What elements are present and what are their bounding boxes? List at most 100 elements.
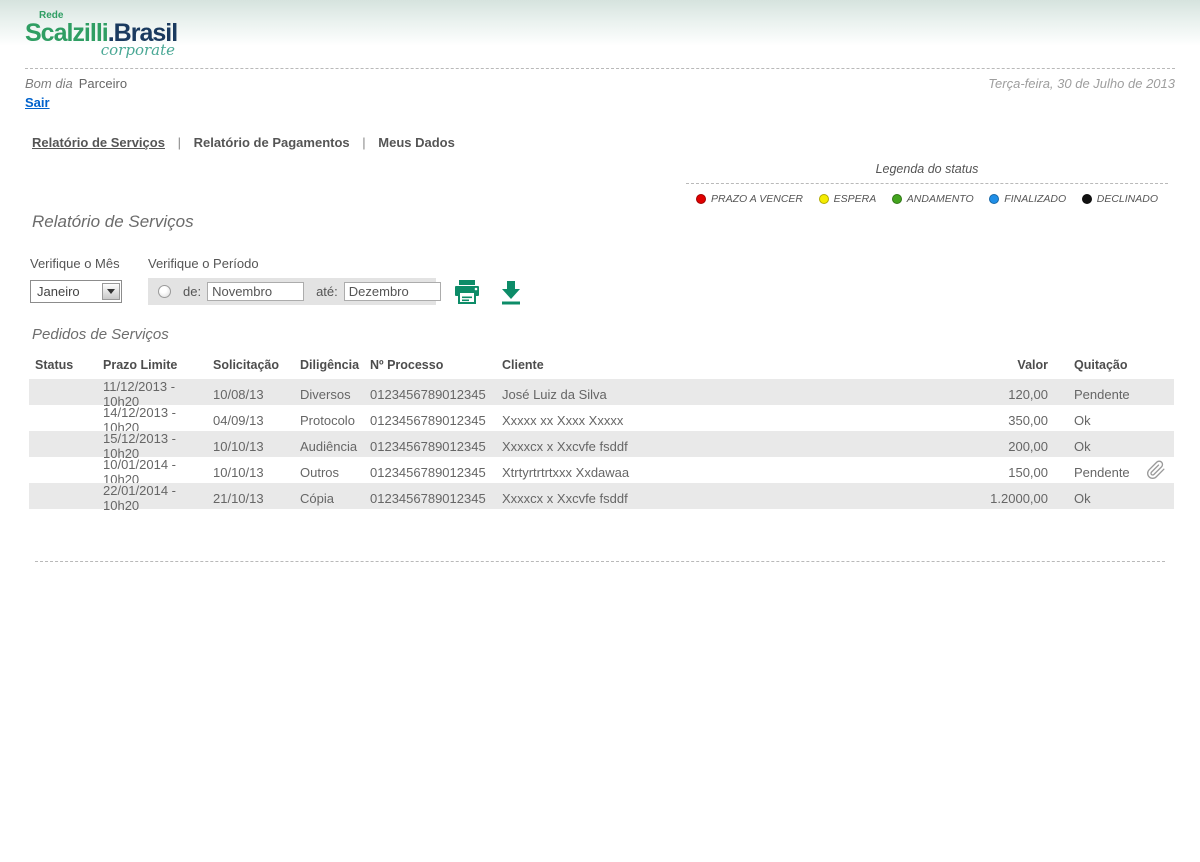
status-dot-black-icon (1082, 194, 1092, 204)
cell-diligencia: Cópia (300, 491, 370, 506)
print-button[interactable] (453, 280, 481, 304)
period-ate-label: até: (316, 284, 338, 299)
table-row[interactable]: 11/12/2013 - 10h20 10/08/13 Diversos 012… (29, 379, 1174, 405)
paperclip-icon[interactable] (1146, 459, 1166, 484)
cell-diligencia: Outros (300, 465, 370, 480)
legend-label: PRAZO A VENCER (711, 193, 803, 205)
cell-solicitacao: 21/10/13 (213, 491, 300, 506)
logout-link[interactable]: Sair (25, 95, 50, 110)
col-header-solicitacao: Solicitação (213, 358, 300, 372)
download-button[interactable] (498, 279, 524, 305)
legend-label: ESPERA (834, 193, 877, 205)
cell-valor: 200,00 (969, 439, 1074, 454)
col-header-processo: Nº Processo (370, 358, 502, 372)
col-header-diligencia: Diligência (300, 358, 370, 372)
table-row[interactable]: 22/01/2014 - 10h20 21/10/13 Cópia 012345… (29, 483, 1174, 509)
logo: Rede Scalzilli.Brasil corporate (0, 0, 190, 59)
cell-processo: 0123456789012345 (370, 439, 502, 454)
cell-cliente: José Luiz da Silva (502, 387, 969, 402)
greeting-user: Parceiro (79, 76, 127, 91)
logout-row: Sair (25, 94, 1175, 112)
table-row[interactable]: 10/01/2014 - 10h20 10/10/13 Outros 01234… (29, 457, 1174, 483)
legend-label: DECLINADO (1097, 193, 1158, 205)
col-header-prazo: Prazo Limite (103, 358, 213, 372)
period-filter-box: de: até: (148, 278, 436, 305)
chevron-down-icon[interactable] (102, 283, 120, 300)
cell-processo: 0123456789012345 (370, 387, 502, 402)
cell-cliente: Xxxxcx x Xxcvfe fsddf (502, 439, 969, 454)
period-de-input[interactable] (207, 282, 304, 301)
col-header-valor: Valor (969, 358, 1074, 372)
nav-item-relatorio-pagamentos[interactable]: Relatório de Pagamentos (194, 135, 350, 150)
cell-valor: 1.2000,00 (969, 491, 1074, 506)
nav-item-meus-dados[interactable]: Meus Dados (378, 135, 455, 150)
cell-quitacao: Pendente (1074, 387, 1174, 402)
cell-cliente: Xtrtyrtrtrtxxx Xxdawaa (502, 465, 969, 480)
download-icon (498, 293, 524, 308)
page-title: Relatório de Serviços (32, 212, 1200, 232)
cell-quitacao: Ok (1074, 413, 1174, 428)
legend-item: ANDAMENTO (892, 193, 974, 205)
current-date: Terça-feira, 30 de Julho de 2013 (988, 76, 1175, 91)
col-header-status: Status (29, 358, 103, 372)
cell-solicitacao: 04/09/13 (213, 413, 300, 428)
legend-item: FINALIZADO (989, 193, 1066, 205)
cell-prazo: 22/01/2014 - 10h20 (103, 483, 213, 513)
status-legend: Legenda do status PRAZO A VENCER ESPERA … (686, 162, 1168, 205)
cell-cliente: Xxxxcx x Xxcvfe fsddf (502, 491, 969, 506)
col-header-quitacao: Quitação (1074, 358, 1174, 372)
cell-solicitacao: 10/10/13 (213, 465, 300, 480)
table-body: 11/12/2013 - 10h20 10/08/13 Diversos 012… (29, 379, 1174, 509)
cell-diligencia: Protocolo (300, 413, 370, 428)
nav-separator: | (362, 135, 365, 150)
cell-processo: 0123456789012345 (370, 491, 502, 506)
legend-title: Legenda do status (686, 162, 1168, 184)
services-table: Status Prazo Limite Solicitação Diligênc… (29, 353, 1174, 509)
printer-icon (453, 292, 481, 307)
status-dot-yellow-icon (819, 194, 829, 204)
cell-solicitacao: 10/10/13 (213, 439, 300, 454)
nav-item-relatorio-servicos[interactable]: Relatório de Serviços (32, 135, 165, 150)
period-ate-input[interactable] (344, 282, 441, 301)
legend-item: PRAZO A VENCER (696, 193, 803, 205)
greeting: Bom dia Parceiro (25, 76, 127, 91)
month-select[interactable]: Janeiro (30, 280, 122, 303)
month-select-value: Janeiro (31, 284, 80, 299)
cell-valor: 350,00 (969, 413, 1074, 428)
logo-brand-green: Scalzilli (25, 19, 108, 47)
cell-diligencia: Diversos (300, 387, 370, 402)
period-filter-label: Verifique o Período (148, 256, 259, 271)
col-header-cliente: Cliente (502, 358, 969, 372)
legend-items: PRAZO A VENCER ESPERA ANDAMENTO FINALIZA… (686, 193, 1168, 205)
footer-divider (35, 561, 1165, 562)
table-row[interactable]: 14/12/2013 - 10h20 04/09/13 Protocolo 01… (29, 405, 1174, 431)
cell-processo: 0123456789012345 (370, 413, 502, 428)
legend-label: ANDAMENTO (907, 193, 974, 205)
status-dot-blue-icon (989, 194, 999, 204)
month-filter-label: Verifique o Mês (30, 256, 148, 271)
period-de-label: de: (183, 284, 201, 299)
cell-valor: 150,00 (969, 465, 1074, 480)
page: Rede Scalzilli.Brasil corporate Bom dia P… (0, 0, 1200, 862)
table-header-row: Status Prazo Limite Solicitação Diligênc… (29, 353, 1174, 379)
legend-item: ESPERA (819, 193, 877, 205)
cell-diligencia: Audiência (300, 439, 370, 454)
cell-solicitacao: 10/08/13 (213, 387, 300, 402)
period-radio[interactable] (158, 285, 171, 298)
main-nav: Relatório de Serviços | Relatório de Pag… (32, 135, 1200, 150)
filter-controls: Janeiro de: até: (30, 278, 1200, 305)
filter-labels: Verifique o Mês Verifique o Período (30, 256, 1200, 271)
cell-valor: 120,00 (969, 387, 1074, 402)
greeting-prefix: Bom dia (25, 76, 73, 91)
cell-cliente: Xxxxx xx Xxxx Xxxxx (502, 413, 969, 428)
legend-label: FINALIZADO (1004, 193, 1066, 205)
status-dot-green-icon (892, 194, 902, 204)
legend-item: DECLINADO (1082, 193, 1158, 205)
cell-quitacao: Ok (1074, 491, 1174, 506)
nav-separator: | (178, 135, 181, 150)
table-row[interactable]: 15/12/2013 - 10h20 10/10/13 Audiência 01… (29, 431, 1174, 457)
table-title: Pedidos de Serviços (32, 326, 1200, 343)
cell-quitacao: Ok (1074, 439, 1174, 454)
status-dot-red-icon (696, 194, 706, 204)
greeting-row: Bom dia Parceiro Terça-feira, 30 de Julho… (25, 76, 1175, 91)
